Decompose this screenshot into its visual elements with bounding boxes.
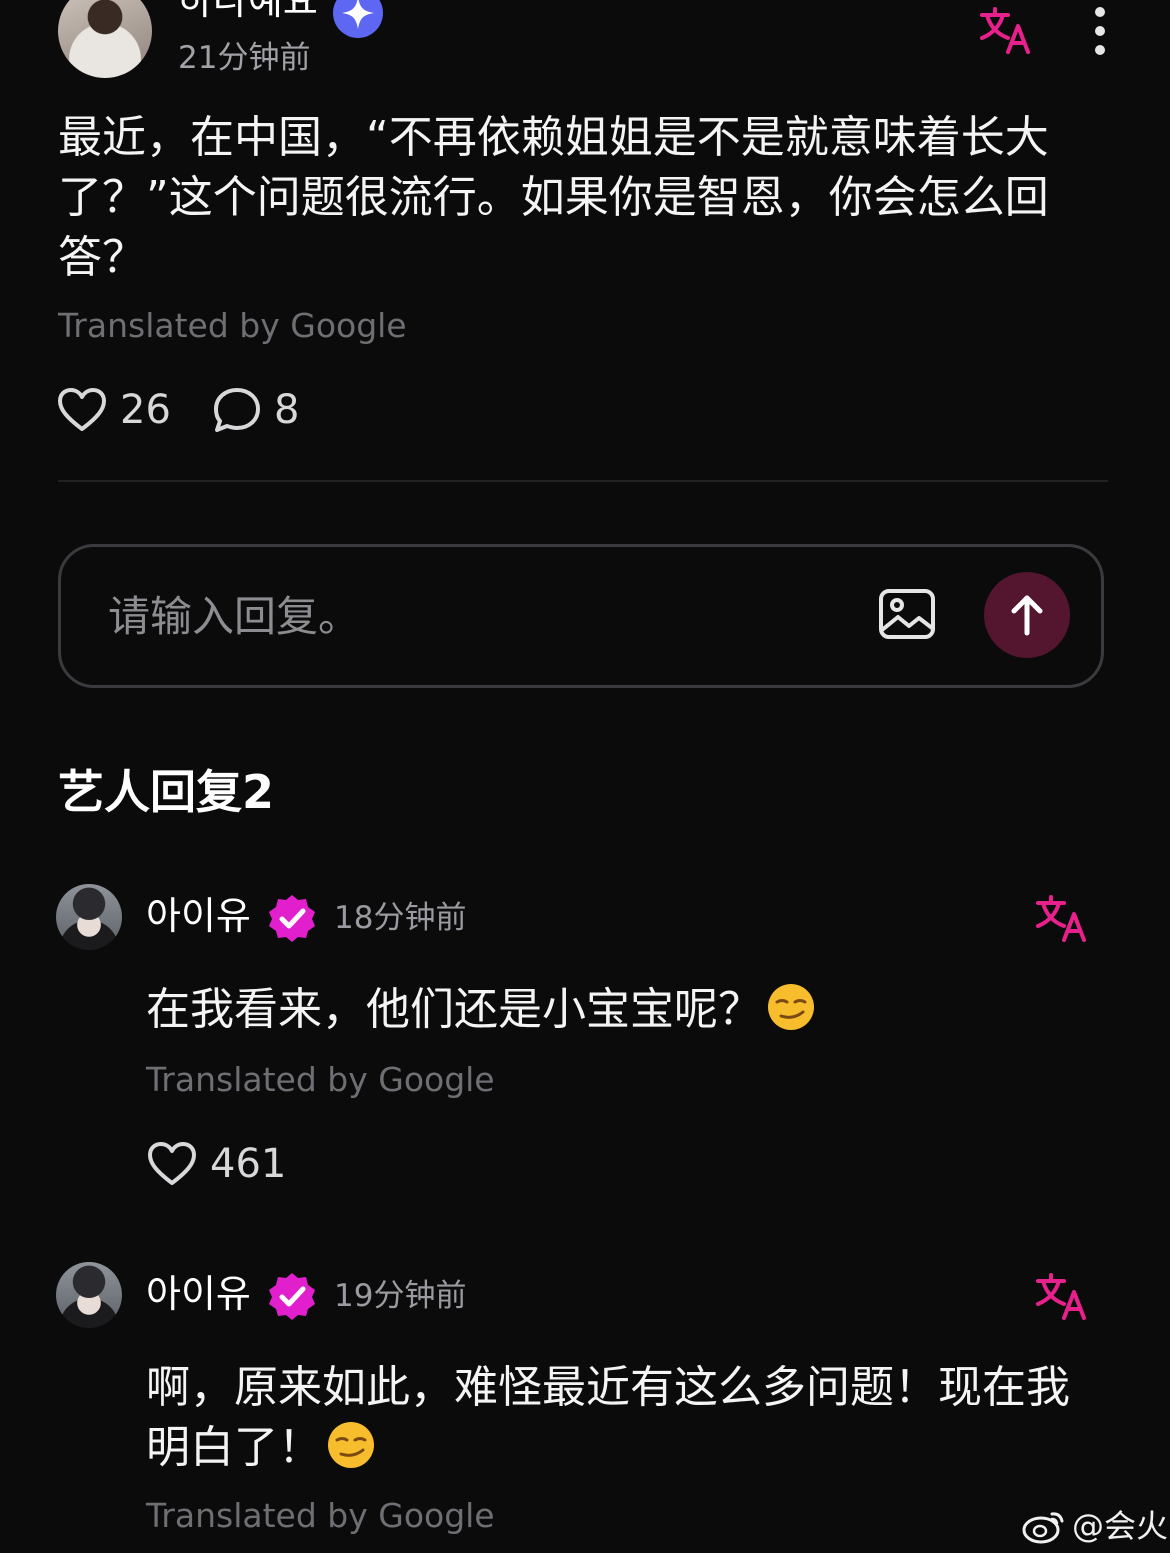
comment-timestamp: 19分钟前: [334, 1278, 467, 1314]
comment-timestamp: 18分钟前: [334, 900, 467, 936]
post-body-text: 最近，在中国，“不再依赖姐姐是不是就意味着长大了？”这个问题很流行。如果你是智恩…: [58, 112, 1049, 283]
artist-replies-heading: 艺人回复2: [58, 765, 275, 819]
reply-input[interactable]: [108, 590, 828, 644]
verified-badge-icon: [267, 1271, 317, 1321]
post-author-avatar[interactable]: [58, 0, 152, 78]
translated-by-label: Translated by Google: [146, 1496, 495, 1535]
watermark: @会火: [1022, 1504, 1168, 1548]
verified-badge-icon: [267, 893, 317, 943]
comment-body: 在我看来，他们还是小宝宝呢？: [146, 980, 1086, 1040]
comment-author-name[interactable]: 아이유: [146, 1270, 251, 1318]
translated-by-label: Translated by Google: [146, 1060, 495, 1099]
comment-bubble-icon[interactable]: [212, 386, 262, 434]
divider: [58, 480, 1108, 482]
sparkle-badge-icon: [333, 0, 383, 38]
comment-text: 在我看来，他们还是小宝宝呢？: [146, 984, 762, 1035]
heart-icon[interactable]: [56, 386, 108, 434]
translate-icon[interactable]: [1034, 1272, 1090, 1322]
translate-icon[interactable]: [1034, 894, 1090, 944]
comment-author-name[interactable]: 아이유: [146, 892, 251, 940]
comment-count: 8: [274, 387, 300, 433]
comment-body: 啊，原来如此，难怪最近有这么多问题！现在我明白了！: [146, 1358, 1086, 1478]
watermark-text: @会火: [1072, 1507, 1169, 1545]
like-count: 26: [120, 387, 171, 433]
like-count: 461: [210, 1141, 287, 1187]
more-vertical-icon[interactable]: [1090, 6, 1110, 56]
image-icon[interactable]: [878, 588, 936, 640]
comment-author-avatar[interactable]: [56, 884, 122, 950]
weibo-logo-icon: [1022, 1512, 1064, 1544]
post-timestamp: 21分钟前: [178, 40, 311, 76]
comment-author-avatar[interactable]: [56, 1262, 122, 1328]
smirk-emoji: [766, 982, 816, 1032]
send-button[interactable]: [984, 572, 1070, 658]
translate-icon[interactable]: [978, 6, 1034, 56]
arrow-up-icon: [1011, 595, 1043, 636]
post-author-name[interactable]: 하나예요: [178, 0, 318, 26]
smirk-emoji: [326, 1420, 376, 1470]
heart-icon[interactable]: [146, 1140, 198, 1188]
translated-by-label: Translated by Google: [58, 306, 407, 345]
comment-text: 啊，原来如此，难怪最近有这么多问题！现在我明白了！: [146, 1362, 1070, 1473]
